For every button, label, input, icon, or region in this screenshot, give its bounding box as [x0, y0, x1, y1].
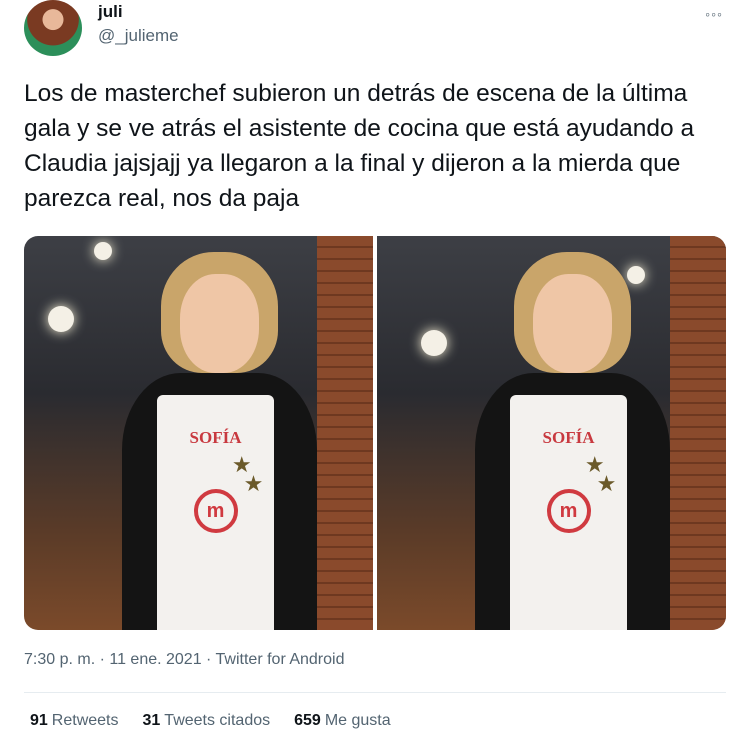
likes-stat[interactable]: 659 Me gusta: [294, 712, 391, 730]
quotes-stat[interactable]: 31 Tweets citados: [143, 712, 271, 730]
quotes-label: Tweets citados: [164, 712, 271, 729]
face: [533, 274, 612, 373]
brick-wall: [317, 236, 373, 630]
avatar[interactable]: [24, 0, 82, 56]
face: [180, 274, 259, 373]
engagement-stats: 91 Retweets 31 Tweets citados 659 Me gusta: [30, 712, 391, 730]
retweets-stat[interactable]: 91 Retweets: [30, 712, 119, 730]
masterchef-logo: m: [546, 489, 591, 534]
apron-name: SOFÍA: [542, 428, 595, 448]
star-icon: ★: [243, 470, 264, 496]
contestant: SOFÍA m ★ ★: [121, 251, 318, 630]
contestant: SOFÍA m ★ ★: [474, 251, 671, 630]
photo-left[interactable]: SOFÍA m ★ ★: [24, 236, 373, 630]
apron: SOFÍA m ★ ★: [509, 395, 628, 630]
tweet-media[interactable]: SOFÍA m ★ ★ SOFÍA m ★ ★: [24, 236, 726, 630]
tweet-meta[interactable]: 7:30 p. m. · 11 ene. 2021 · Twitter for …: [24, 651, 344, 669]
apron-name: SOFÍA: [189, 428, 242, 448]
studio-light: [48, 306, 74, 332]
studio-light: [421, 330, 447, 356]
more-icon[interactable]: ◦◦◦: [705, 6, 723, 22]
likes-label: Me gusta: [324, 712, 391, 729]
photo-right[interactable]: SOFÍA m ★ ★: [377, 236, 726, 630]
retweets-count: 91: [30, 712, 48, 729]
brick-wall: [670, 236, 726, 630]
tweet-text: Los de masterchef subieron un detrás de …: [24, 80, 695, 212]
star-icon: ★: [596, 470, 617, 496]
retweets-label: Retweets: [51, 712, 119, 729]
likes-count: 659: [294, 712, 321, 729]
quotes-count: 31: [142, 712, 161, 729]
studio-light: [94, 242, 112, 260]
user-handle[interactable]: @_julieme: [98, 26, 179, 46]
display-name[interactable]: juli: [98, 2, 123, 22]
apron: SOFÍA m ★ ★: [156, 395, 275, 630]
divider: [24, 692, 726, 693]
masterchef-logo: m: [193, 489, 238, 534]
